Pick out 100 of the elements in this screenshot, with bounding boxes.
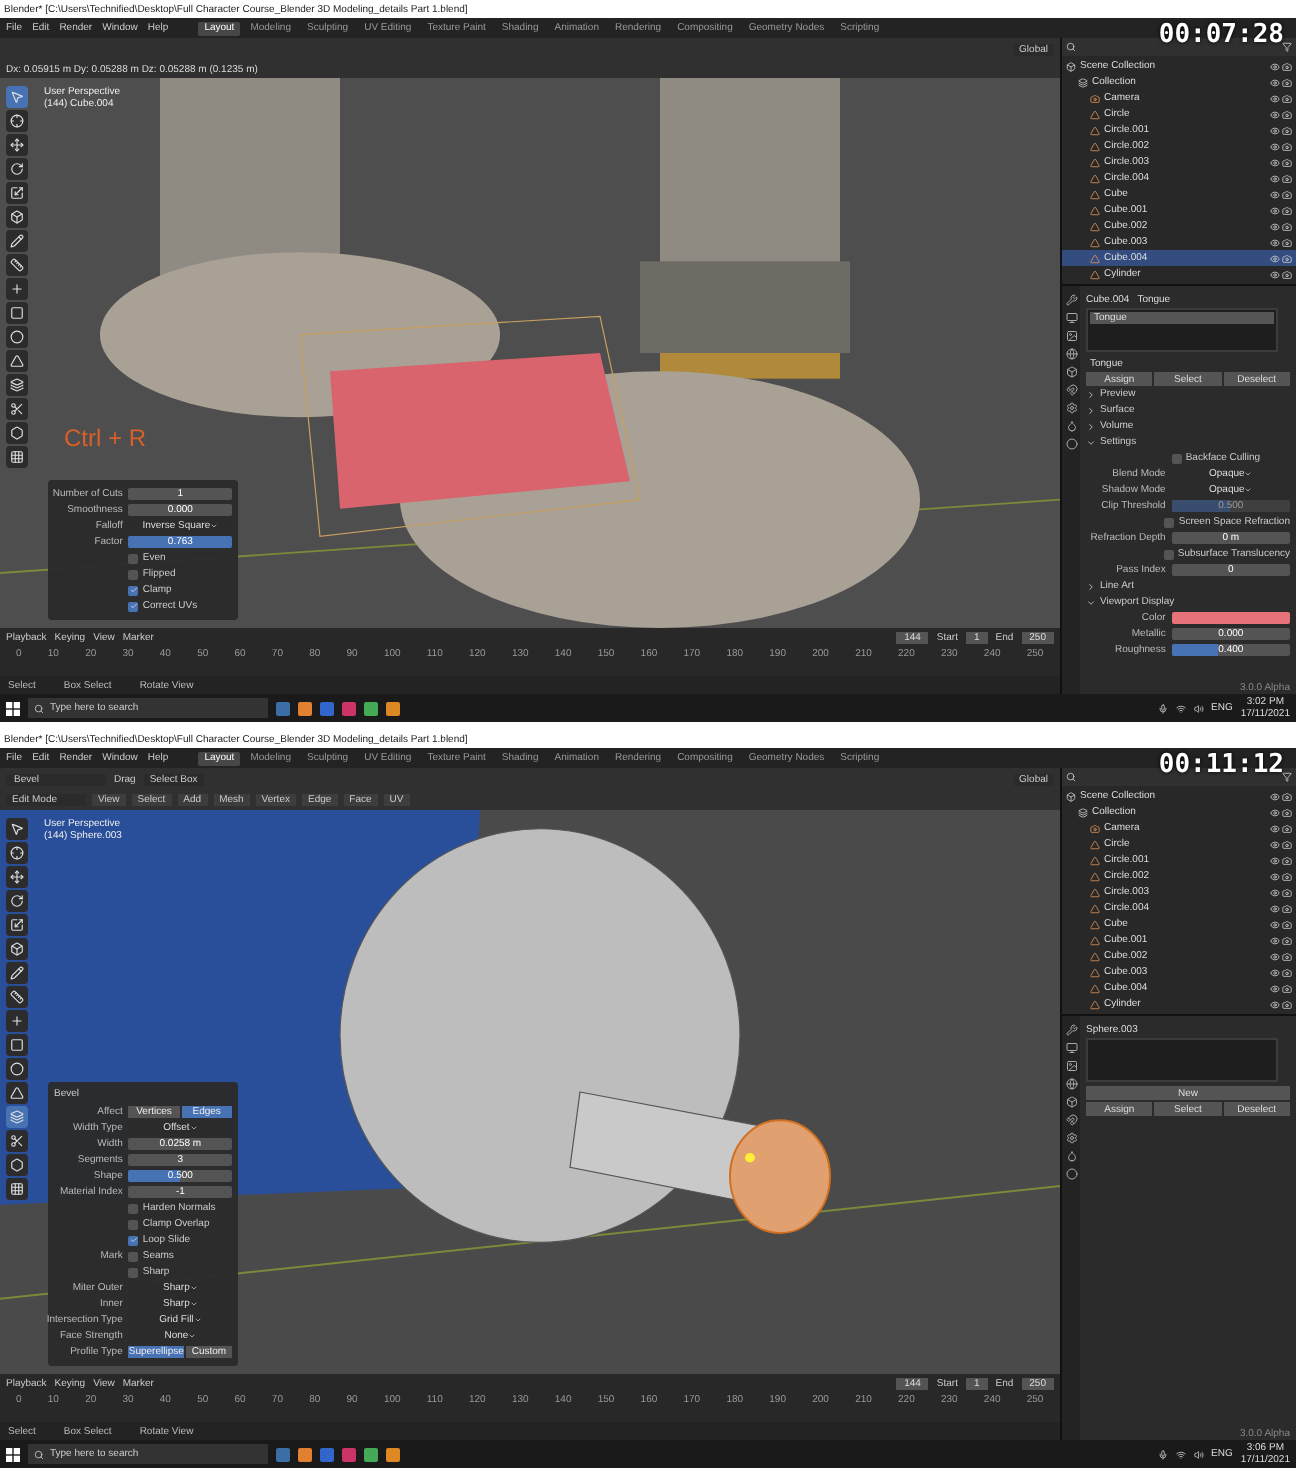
wrench-icon[interactable] (1065, 1024, 1077, 1036)
search-icon (1066, 772, 1076, 782)
camera-icon (1282, 823, 1292, 833)
cube-icon[interactable] (1065, 366, 1077, 378)
cursor-icon[interactable] (6, 818, 28, 840)
camera-icon (1282, 157, 1292, 167)
camera-icon (1282, 189, 1292, 199)
eye-icon (1270, 791, 1280, 801)
eye-icon (1270, 887, 1280, 897)
network-icon (1175, 703, 1185, 713)
grid-icon[interactable] (6, 446, 28, 468)
image-icon[interactable] (1065, 1060, 1077, 1072)
eye-icon (1270, 125, 1280, 135)
camera-icon (1282, 807, 1292, 817)
move-icon[interactable] (6, 134, 28, 156)
layers-icon (1078, 807, 1088, 817)
droplet-icon[interactable] (1065, 420, 1077, 432)
crosshair-icon[interactable] (6, 842, 28, 864)
scissors-icon[interactable] (6, 398, 28, 420)
ruler-icon[interactable] (6, 986, 28, 1008)
crosshair-icon[interactable] (6, 110, 28, 132)
gear-icon[interactable] (1065, 1132, 1077, 1144)
triangle-icon[interactable] (6, 1082, 28, 1104)
cube-icon[interactable] (1065, 1096, 1077, 1108)
cube-icon[interactable] (6, 938, 28, 960)
globe-icon[interactable] (1065, 348, 1077, 360)
windows-logo-icon[interactable] (6, 701, 20, 715)
filter-icon (1282, 42, 1292, 52)
eye-icon (1270, 205, 1280, 215)
camera-icon (1282, 855, 1292, 865)
camera-icon (1282, 221, 1292, 231)
pencil-icon[interactable] (6, 962, 28, 984)
cursor-icon[interactable] (6, 86, 28, 108)
camera-icon (1282, 903, 1292, 913)
camera-icon (1090, 93, 1100, 103)
eye-icon (1270, 951, 1280, 961)
camera-icon (1282, 839, 1292, 849)
camera-icon (1282, 791, 1292, 801)
camera-icon (1282, 269, 1292, 279)
video-timer: 00:07:28 (1158, 22, 1284, 50)
circle-icon[interactable] (6, 1058, 28, 1080)
eye-icon (1270, 237, 1280, 247)
grid-icon[interactable] (6, 1178, 28, 1200)
camera-icon (1282, 951, 1292, 961)
plus-icon[interactable] (6, 278, 28, 300)
eye-icon (1270, 903, 1280, 913)
rotate-icon[interactable] (6, 890, 28, 912)
windows-logo-icon[interactable] (6, 1447, 20, 1461)
camera-icon (1282, 173, 1292, 183)
chevron-right-icon (1086, 581, 1096, 591)
sphere-icon[interactable] (1065, 1168, 1077, 1180)
eye-icon (1270, 919, 1280, 929)
eye-icon (1270, 999, 1280, 1009)
pencil-icon[interactable] (6, 230, 28, 252)
camera-icon (1090, 823, 1100, 833)
plus-icon[interactable] (6, 1010, 28, 1032)
wrench-icon[interactable] (1065, 294, 1077, 306)
layers-icon[interactable] (6, 374, 28, 396)
eye-icon (1270, 77, 1280, 87)
droplet-icon[interactable] (1065, 1150, 1077, 1162)
square-icon[interactable] (6, 302, 28, 324)
eye-icon (1270, 807, 1280, 817)
eye-icon (1270, 109, 1280, 119)
eye-icon (1270, 173, 1280, 183)
camera-icon (1282, 999, 1292, 1009)
eye-icon (1270, 269, 1280, 279)
triangle-icon[interactable] (6, 350, 28, 372)
sphere-icon[interactable] (1065, 438, 1077, 450)
scissors-icon[interactable] (6, 1130, 28, 1152)
gear-icon[interactable] (1065, 402, 1077, 414)
globe-icon[interactable] (1065, 1078, 1077, 1090)
magnet-icon[interactable] (1065, 1114, 1077, 1126)
microphone-icon (1157, 703, 1167, 713)
eye-icon (1270, 221, 1280, 231)
eye-icon (1270, 141, 1280, 151)
ruler-icon[interactable] (6, 254, 28, 276)
cube-icon[interactable] (6, 206, 28, 228)
circle-icon[interactable] (6, 326, 28, 348)
camera-icon (1282, 61, 1292, 71)
search-icon (34, 703, 44, 713)
network-icon (1175, 1449, 1185, 1459)
color-swatch[interactable] (1171, 612, 1290, 624)
camera-icon (1282, 93, 1292, 103)
camera-icon (1282, 935, 1292, 945)
layers-icon[interactable] (6, 1106, 28, 1128)
scale-icon[interactable] (6, 914, 28, 936)
rotate-icon[interactable] (6, 158, 28, 180)
monitor-icon[interactable] (1065, 312, 1077, 324)
camera-icon (1282, 919, 1292, 929)
monitor-icon[interactable] (1065, 1042, 1077, 1054)
hexagon-icon[interactable] (6, 422, 28, 444)
scale-icon[interactable] (6, 182, 28, 204)
move-icon[interactable] (6, 866, 28, 888)
eye-icon (1270, 61, 1280, 71)
image-icon[interactable] (1065, 330, 1077, 342)
magnet-icon[interactable] (1065, 384, 1077, 396)
cube-icon (1066, 791, 1076, 801)
square-icon[interactable] (6, 1034, 28, 1056)
eye-icon (1270, 871, 1280, 881)
hexagon-icon[interactable] (6, 1154, 28, 1176)
